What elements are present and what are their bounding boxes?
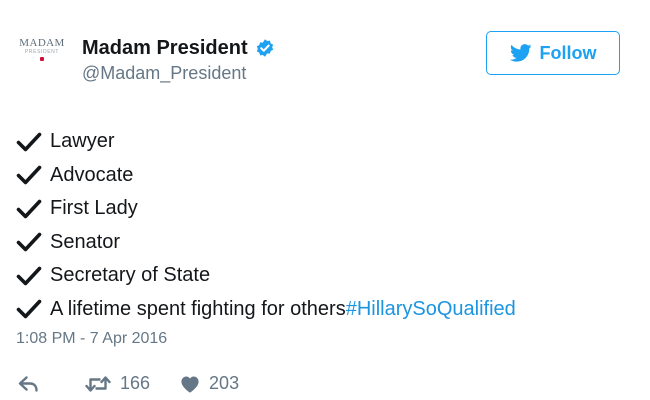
retweet-count: 166 xyxy=(120,373,151,393)
tweet-line-text: A lifetime spent fighting for others xyxy=(50,297,346,320)
follow-button[interactable]: Follow xyxy=(486,31,620,75)
account-names: Madam President @Madam_President xyxy=(82,36,275,84)
retweet-icon xyxy=(85,375,111,392)
retweet-button[interactable]: 166 xyxy=(85,373,150,394)
tweet-line: A lifetime spent fighting for others #Hil… xyxy=(16,293,634,327)
tweet-line: Advocate xyxy=(16,159,634,193)
display-name[interactable]: Madam President xyxy=(82,36,248,60)
tweet-timestamp[interactable]: 1:08 PM - 7 Apr 2016 xyxy=(16,330,634,348)
avatar[interactable]: MADAM PRESIDENT xyxy=(16,38,68,72)
account-handle[interactable]: @Madam_President xyxy=(82,63,275,84)
tweet-line: Senator xyxy=(16,226,634,260)
tweet-line: Secretary of State xyxy=(16,259,634,293)
check-icon xyxy=(16,266,42,286)
check-icon xyxy=(16,132,42,152)
check-icon xyxy=(16,232,42,252)
avatar-logo-text: MADAM xyxy=(19,37,65,49)
tweet-line-text: Senator xyxy=(50,230,121,253)
avatar-logo-subtext: PRESIDENT xyxy=(24,49,60,55)
tweet-actions: 166 203 xyxy=(16,373,634,394)
follow-button-label: Follow xyxy=(539,42,597,63)
like-count: 203 xyxy=(209,373,240,393)
heart-icon xyxy=(181,375,199,393)
bird-icon xyxy=(509,44,531,62)
tweet-header: MADAM PRESIDENT Madam President @Madam_P… xyxy=(16,18,634,88)
hashtag-link[interactable]: #HillarySoQualified xyxy=(346,298,516,321)
avatar-logo-mark xyxy=(40,57,44,61)
tweet-line: First Lady xyxy=(16,192,634,226)
tweet-text: Lawyer Advocate First Lady Senator Secre… xyxy=(16,125,634,348)
tweet-line-text: Lawyer xyxy=(50,130,115,153)
check-icon xyxy=(16,165,42,185)
tweet-line-text: Secretary of State xyxy=(50,264,211,287)
verified-badge-icon xyxy=(255,38,275,58)
tweet-line: Lawyer xyxy=(16,125,634,159)
like-button[interactable]: 203 xyxy=(180,373,239,394)
display-name-row: Madam President xyxy=(82,36,275,60)
reply-button[interactable] xyxy=(18,375,40,392)
check-icon xyxy=(16,199,42,219)
tweet-line-text: Advocate xyxy=(50,163,134,186)
tweet-line-text: First Lady xyxy=(50,197,138,220)
tweet-card: MADAM PRESIDENT Madam President @Madam_P… xyxy=(0,0,650,400)
check-icon xyxy=(16,299,42,319)
reply-icon xyxy=(18,375,38,392)
